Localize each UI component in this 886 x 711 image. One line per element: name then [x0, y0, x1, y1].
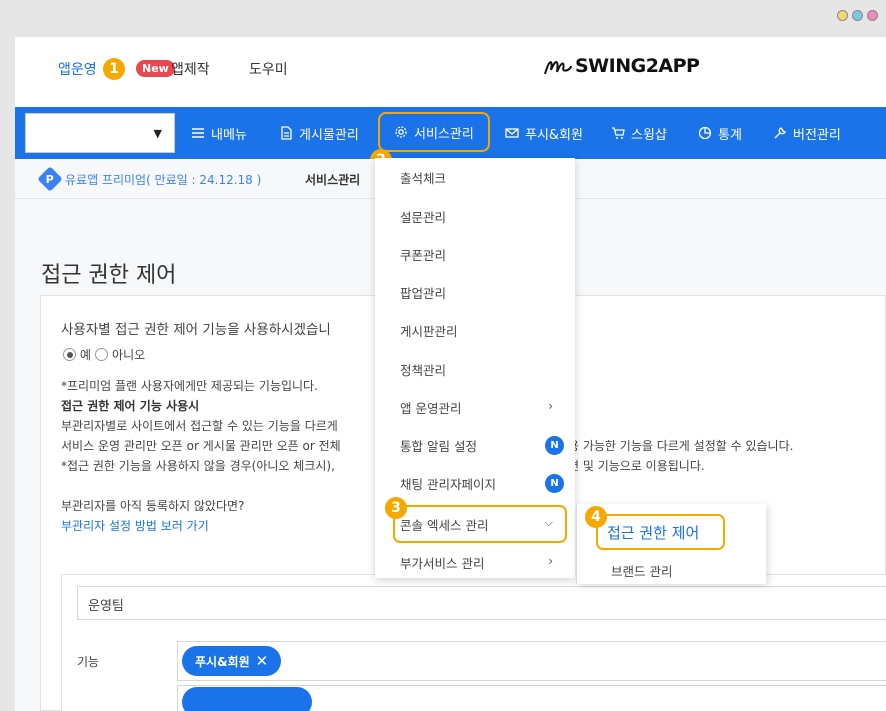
annotation-badge-4: 4 [585, 506, 607, 528]
service-management-dropdown: 출석체크 설문관리 쿠폰관리 팝업관리 게시판관리 정책관리 앱 운영관리 › 통… [375, 158, 575, 578]
help-link[interactable]: 도우미 [249, 59, 288, 79]
new-n-badge: N [545, 474, 564, 493]
function-tag-push-members[interactable]: 푸시&회원 ✕ [182, 646, 282, 676]
radio-no-label: 아니오 [112, 348, 146, 362]
menu-attendance-label: 출석체크 [400, 170, 447, 186]
menu-chat-admin[interactable]: 채팅 관리자페이지 N [375, 464, 575, 502]
chevron-right-icon: › [548, 399, 553, 413]
chevron-right-icon: › [548, 554, 553, 568]
premium-note: *프리미엄 플랜 사용자에게만 제공되는 기능입니다. [61, 379, 318, 393]
main-nav: ▼ 내메뉴 게시물관리 서비스관리 2 푸시&회원 스윙샵 통계 버전 [15, 107, 886, 171]
function-tag-field[interactable] [177, 641, 886, 681]
menu-popup[interactable]: 팝업관리 [375, 273, 575, 311]
page-title: 접근 권한 제어 [41, 263, 177, 288]
premium-icon-letter: P [45, 172, 55, 186]
document-icon [281, 126, 292, 140]
logo-text: SWING2APP [575, 55, 700, 77]
app-select[interactable]: ▼ [25, 113, 175, 153]
breadcrumb: 서비스관리 [305, 173, 361, 187]
cart-icon [612, 127, 625, 139]
gear-icon [395, 126, 407, 138]
nav-service-management[interactable]: 서비스관리 [378, 112, 490, 152]
mail-icon [505, 128, 519, 138]
app-operation-link[interactable]: 앱운영 [58, 59, 97, 79]
feature-desc-2a: 서비스 운영 관리만 오픈 or 게시물 관리만 오픈 or 전체 [61, 439, 341, 453]
nav-statistics[interactable]: 통계 [698, 107, 742, 159]
menu-board[interactable]: 게시판관리 [375, 311, 575, 349]
function-tag-label: 푸시&회원 [195, 654, 250, 669]
nav-push-members-label: 푸시&회원 [525, 127, 583, 143]
caret-down-icon: ▼ [153, 127, 162, 140]
feature-desc-2b: 용 가능한 기능을 다르게 설정할 수 있습니다. [568, 439, 794, 453]
swing2app-logo[interactable]: SWING2APP [543, 55, 700, 77]
top-header: 앱운영 1 New 앱제작 도우미 SWING2APP [15, 37, 886, 107]
wrench-icon [774, 127, 786, 139]
pie-chart-icon [698, 126, 712, 140]
radio-yes[interactable] [63, 348, 76, 361]
nav-swing-shop[interactable]: 스윙샵 [611, 107, 667, 159]
menu-survey[interactable]: 설문관리 [375, 197, 575, 235]
annotation-badge-3: 3 [385, 497, 407, 519]
menu-notification-settings[interactable]: 통합 알림 설정 N [375, 426, 575, 464]
feature-desc-3b: 면 및 기능으로 이용됩니다. [568, 459, 705, 473]
nav-push-members[interactable]: 푸시&회원 [505, 107, 583, 159]
maximize-dot[interactable] [852, 10, 863, 21]
browser-frame: 앱운영 1 New 앱제작 도우미 SWING2APP ▼ 내메뉴 게시물관리 … [15, 37, 886, 711]
premium-icon: P [37, 166, 63, 192]
nav-statistics-label: 통계 [718, 127, 742, 143]
feature-desc-1: 부관리자별로 사이트에서 접근할 수 있는 기능을 다르게 [61, 419, 338, 433]
new-n-badge: N [545, 436, 564, 455]
menu-coupon[interactable]: 쿠폰관리 [375, 235, 575, 273]
menu-notification-label: 통합 알림 설정 [400, 438, 477, 454]
hamburger-icon [192, 128, 204, 138]
nav-version-label: 버전관리 [793, 127, 841, 143]
team-name-field[interactable]: 운영팀 [77, 586, 886, 620]
usage-question: 사용자별 접근 권한 제어 기능을 사용하시겠습니 [61, 322, 331, 338]
window-controls [837, 10, 878, 21]
menu-attendance[interactable]: 출석체크 [375, 158, 575, 196]
function-label: 기능 [77, 655, 100, 669]
menu-survey-label: 설문관리 [400, 209, 447, 225]
menu-policy[interactable]: 정책관리 [375, 350, 575, 388]
menu-policy-label: 정책관리 [400, 362, 447, 378]
logo-mark-icon [544, 61, 572, 75]
nav-posts[interactable]: 게시물관리 [279, 107, 359, 159]
function-tag-2[interactable] [182, 687, 312, 711]
nav-service-management-label: 서비스관리 [414, 126, 474, 142]
nav-version[interactable]: 버전관리 [773, 107, 841, 159]
menu-addon-label: 부가서비스 관리 [400, 555, 485, 571]
feature-desc-3a: *접근 권한 기능을 사용하지 않을 경우(아니오 체크시), [61, 459, 335, 473]
remove-tag-icon[interactable]: ✕ [256, 652, 269, 670]
menu-chat-admin-label: 채팅 관리자페이지 [400, 476, 496, 492]
minimize-dot[interactable] [837, 10, 848, 21]
console-access-highlight [393, 505, 567, 543]
radio-no[interactable] [95, 348, 109, 361]
usage-radio-group: 예 아니오 [63, 346, 145, 363]
app-production-link[interactable]: 앱제작 [171, 59, 210, 79]
menu-coupon-label: 쿠폰관리 [400, 247, 447, 263]
sub-admin-question: 부관리자를 아직 등록하지 않았다면? [61, 499, 245, 513]
nav-posts-label: 게시물관리 [299, 127, 359, 143]
new-badge: New [136, 60, 175, 77]
menu-board-label: 게시판관리 [400, 323, 458, 339]
sub-admin-guide-link[interactable]: 부관리자 설정 방법 보러 가기 [61, 517, 209, 534]
nav-my-menu-label: 내메뉴 [211, 127, 247, 143]
annotation-badge-1: 1 [103, 58, 125, 80]
menu-app-operation-label: 앱 운영관리 [400, 400, 462, 416]
nav-swing-shop-label: 스윙샵 [631, 127, 667, 143]
submenu-access-control[interactable]: 접근 권한 제어 [607, 522, 699, 543]
nav-my-menu[interactable]: 내메뉴 [191, 107, 247, 159]
close-dot[interactable] [867, 10, 878, 21]
premium-status: 유료앱 프리미엄( 만료일 : 24.12.18 ) [65, 173, 262, 187]
radio-yes-label: 예 [80, 348, 92, 362]
menu-popup-label: 팝업관리 [400, 285, 447, 301]
menu-app-operation[interactable]: 앱 운영관리 › [375, 388, 575, 426]
submenu-brand-management[interactable]: 브랜드 관리 [611, 561, 672, 580]
menu-addon-services[interactable]: 부가서비스 관리 › [375, 543, 575, 581]
feature-heading: 접근 권한 제어 기능 사용시 [61, 399, 200, 413]
